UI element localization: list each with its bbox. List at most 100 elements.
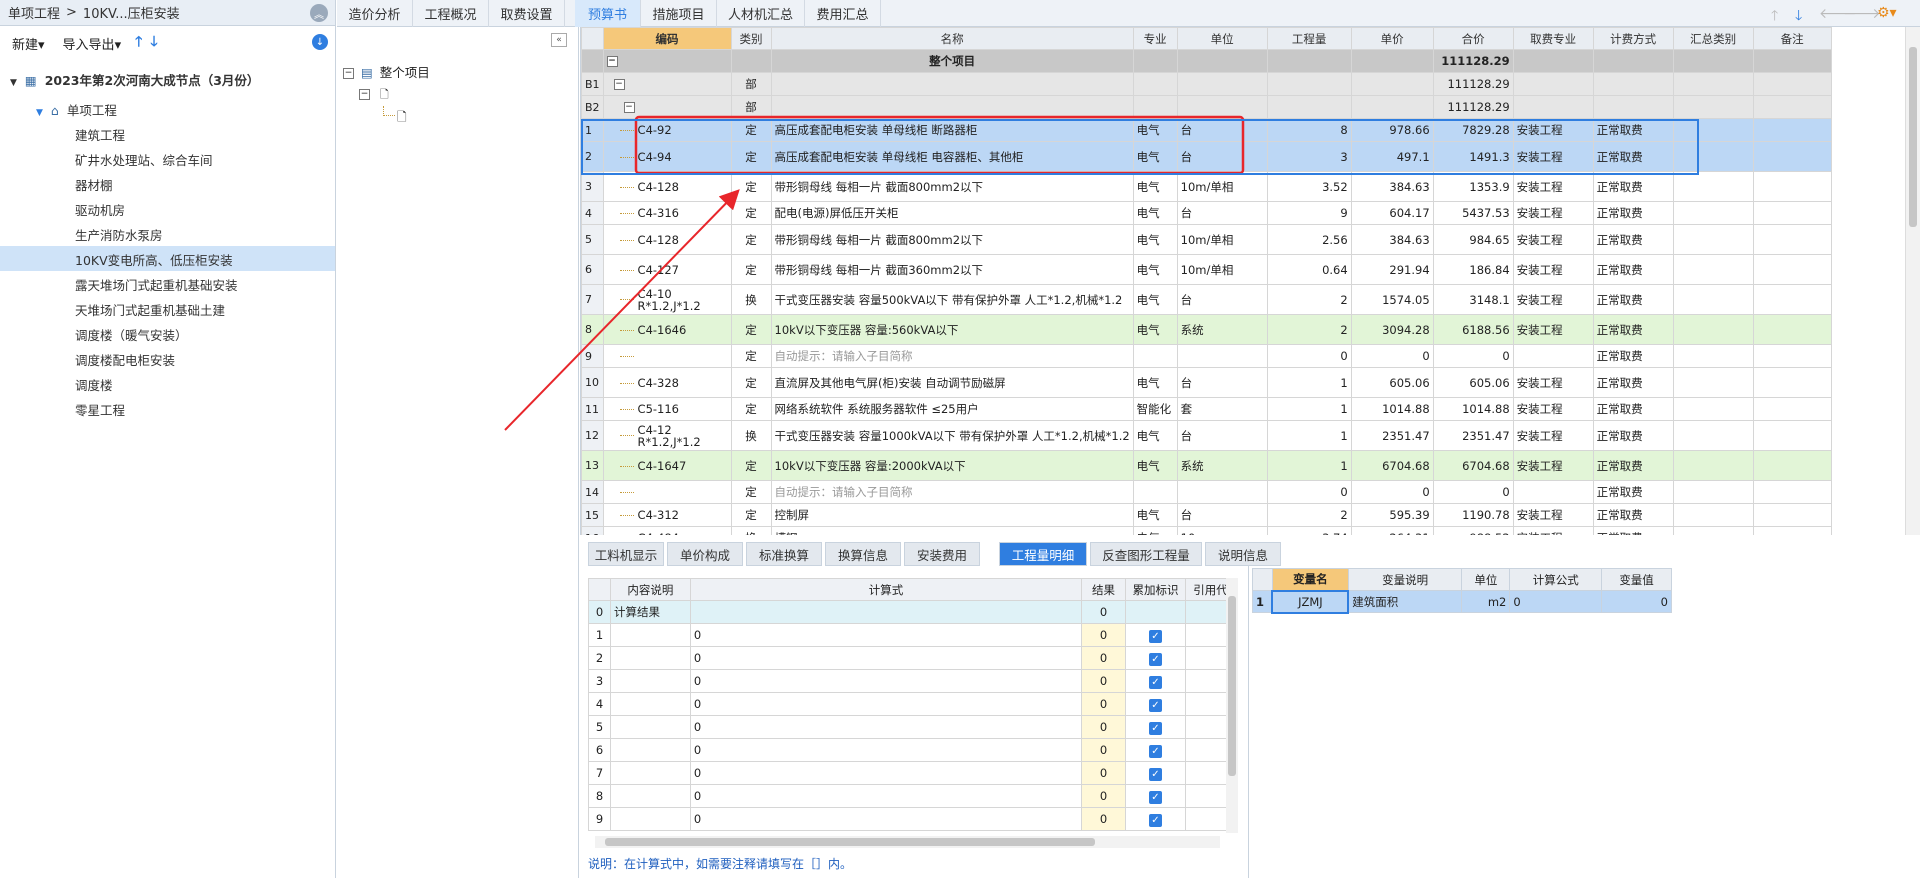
cell-name[interactable]: 控制屏 bbox=[770, 503, 1134, 527]
cell-unit[interactable]: 系统 bbox=[1176, 314, 1268, 345]
tree-item[interactable]: 调度楼 bbox=[75, 375, 113, 394]
cell-total[interactable]: 984.65 bbox=[1432, 224, 1514, 255]
cell-desc[interactable] bbox=[609, 784, 691, 808]
cell-price[interactable]: 978.66 bbox=[1350, 118, 1434, 142]
cell-remark[interactable] bbox=[1752, 284, 1832, 315]
cell-accumulate[interactable]: ✓ bbox=[1124, 692, 1186, 716]
cell-calc-method[interactable]: 正常取费 bbox=[1592, 420, 1674, 451]
calc-row[interactable]: 8 0 0 ✓ bbox=[588, 784, 1236, 808]
header-code[interactable]: 编码 bbox=[602, 27, 732, 50]
cell-fee-major[interactable]: 安装工程 bbox=[1512, 503, 1594, 527]
cell-calc-method[interactable]: 正常取费 bbox=[1592, 254, 1674, 285]
calc-row[interactable]: 6 0 0 ✓ bbox=[588, 738, 1236, 762]
cell-total[interactable]: 6704.68 bbox=[1432, 450, 1514, 481]
cell-type[interactable]: 换 bbox=[730, 420, 772, 451]
cell-summary-type[interactable] bbox=[1672, 201, 1754, 225]
cell-qty[interactable]: 1 bbox=[1266, 420, 1352, 451]
cell-type[interactable]: 换 bbox=[730, 284, 772, 315]
cell-name[interactable]: 配电(电源)屏低压开关柜 bbox=[770, 201, 1134, 225]
cell-price[interactable]: 595.39 bbox=[1350, 503, 1434, 527]
collapse-panel-icon[interactable]: ︽ bbox=[310, 4, 328, 22]
cell-major[interactable]: 电气 bbox=[1132, 284, 1178, 315]
cell-major[interactable]: 电气 bbox=[1132, 367, 1178, 398]
cell-accumulate[interactable]: ✓ bbox=[1124, 784, 1186, 808]
checkbox-checked-icon[interactable]: ✓ bbox=[1148, 721, 1162, 735]
cell-remark[interactable] bbox=[1752, 367, 1832, 398]
cell-calc-method[interactable]: 正常取费 bbox=[1592, 344, 1674, 368]
cell-fee-major[interactable]: 安装工程 bbox=[1512, 397, 1594, 421]
cell-name[interactable]: 带形铜母线 每相一片 截面800mm2以下 bbox=[770, 171, 1134, 202]
cell-unit[interactable]: 台 bbox=[1176, 118, 1268, 142]
cell-total[interactable]: 0 bbox=[1432, 480, 1514, 504]
tree-item[interactable]: 调度楼（暖气安装） bbox=[75, 325, 188, 344]
cell-unit[interactable]: 台 bbox=[1176, 201, 1268, 225]
cell-qty[interactable]: 1 bbox=[1266, 397, 1352, 421]
cell-expr[interactable]: 0 bbox=[689, 715, 1083, 739]
total-row[interactable]: − 整个项目 111128.29 bbox=[581, 49, 1832, 73]
cell-summary-type[interactable] bbox=[1672, 254, 1754, 285]
calc-row[interactable]: 7 0 0 ✓ bbox=[588, 761, 1236, 785]
cell-name[interactable]: 槽钢 bbox=[770, 526, 1134, 535]
cell-qty[interactable]: 8 bbox=[1266, 118, 1352, 142]
cell-accumulate[interactable]: ✓ bbox=[1124, 738, 1186, 762]
cell-total[interactable]: 605.06 bbox=[1432, 367, 1514, 398]
tree-item[interactable]: 生产消防水泵房 bbox=[75, 225, 163, 244]
cell-type[interactable]: 定 bbox=[730, 254, 772, 285]
tab-resource-summary[interactable]: 人材机汇总 bbox=[717, 0, 805, 27]
table-row[interactable]: 10 C4-328 定直流屏及其他电气屏(柜)安装 自动调节励磁屏 电气台 1 605.0… bbox=[581, 367, 1832, 398]
tree-item-selected[interactable]: 10KV变电所高、低压柜安装 bbox=[75, 250, 233, 269]
cell-name[interactable]: 10kV以下变压器 容量:2000kVA以下 bbox=[770, 450, 1134, 481]
cell-code[interactable]: C4-128 bbox=[602, 171, 732, 202]
cell-desc[interactable] bbox=[609, 692, 691, 716]
checkbox-checked-icon[interactable]: ✓ bbox=[1148, 790, 1162, 804]
tree-node-project[interactable]: ▼ ▦ 2023年第2次河南大成节点（3月份） bbox=[10, 70, 259, 89]
cell-name[interactable]: 网络系统软件 系统服务器软件 ≤25用户 bbox=[770, 397, 1134, 421]
cell-qty[interactable]: 0.64 bbox=[1266, 254, 1352, 285]
cell-rownum[interactable]: 4 bbox=[581, 201, 604, 225]
cell-qty[interactable]: 2 bbox=[1266, 284, 1352, 315]
cell-remark[interactable] bbox=[1752, 201, 1832, 225]
cell-fee-major[interactable] bbox=[1512, 480, 1594, 504]
tree-item[interactable]: 零星工程 bbox=[75, 400, 125, 419]
cell-rownum[interactable]: 16 bbox=[581, 526, 604, 535]
cell-accumulate[interactable]: ✓ bbox=[1124, 669, 1186, 693]
cell-total[interactable]: 7829.28 bbox=[1432, 118, 1514, 142]
cell-expr[interactable]: 0 bbox=[689, 623, 1083, 647]
cell-name[interactable]: 带形铜母线 每相一片 截面800mm2以下 bbox=[770, 224, 1134, 255]
cell-code[interactable]: C4-1646 bbox=[602, 314, 732, 345]
header-fee-major[interactable]: 取费专业 bbox=[1512, 27, 1594, 50]
cell-rownum[interactable]: 12 bbox=[581, 420, 604, 451]
tree-item[interactable]: 矿井水处理站、综合车间 bbox=[75, 150, 213, 169]
cell-summary-type[interactable] bbox=[1672, 314, 1754, 345]
calc-row[interactable]: 2 0 0 ✓ bbox=[588, 646, 1236, 670]
cell-summary-type[interactable] bbox=[1672, 450, 1754, 481]
header-result[interactable]: 结果 bbox=[1081, 578, 1126, 601]
header-remark[interactable]: 备注 bbox=[1752, 27, 1832, 50]
header-var-formula[interactable]: 计算公式 bbox=[1509, 568, 1603, 591]
cell-name[interactable]: 带形铜母线 每相一片 截面360mm2以下 bbox=[770, 254, 1134, 285]
cell-major[interactable]: 电气 bbox=[1132, 314, 1178, 345]
cell-unit[interactable]: 10m/单相 bbox=[1176, 171, 1268, 202]
cell-fee-major[interactable]: 安装工程 bbox=[1512, 141, 1594, 172]
arrow-up-icon[interactable]: 🡑 bbox=[1771, 5, 1778, 29]
collapse-icon[interactable]: − bbox=[606, 56, 618, 67]
header-desc[interactable]: 内容说明 bbox=[609, 578, 691, 601]
collapse-icon[interactable]: − bbox=[623, 102, 635, 113]
cell-major[interactable]: 电气 bbox=[1132, 503, 1178, 527]
tree-item[interactable]: 露天堆场门式起重机基础安装 bbox=[75, 275, 238, 294]
tab-standard-conversion[interactable]: 标准换算 bbox=[746, 542, 822, 566]
cell-total[interactable]: 0 bbox=[1432, 344, 1514, 368]
cell-expr[interactable]: 0 bbox=[689, 692, 1083, 716]
collapse-icon[interactable]: − bbox=[613, 79, 625, 90]
header-var-value[interactable]: 变量值 bbox=[1601, 568, 1672, 591]
cell-remark[interactable] bbox=[1752, 118, 1832, 142]
cell-summary-type[interactable] bbox=[1672, 141, 1754, 172]
cell-unit[interactable]: 台 bbox=[1176, 141, 1268, 172]
cell-remark[interactable] bbox=[1752, 171, 1832, 202]
cell-remark[interactable] bbox=[1752, 450, 1832, 481]
cell-type[interactable]: 定 bbox=[730, 201, 772, 225]
calc-row[interactable]: 5 0 0 ✓ bbox=[588, 715, 1236, 739]
calc-horizontal-scrollbar[interactable] bbox=[595, 836, 1220, 848]
cell-major[interactable]: 电气 bbox=[1132, 141, 1178, 172]
cell-name[interactable]: 自动提示：请输入子目简称 bbox=[770, 480, 1134, 504]
